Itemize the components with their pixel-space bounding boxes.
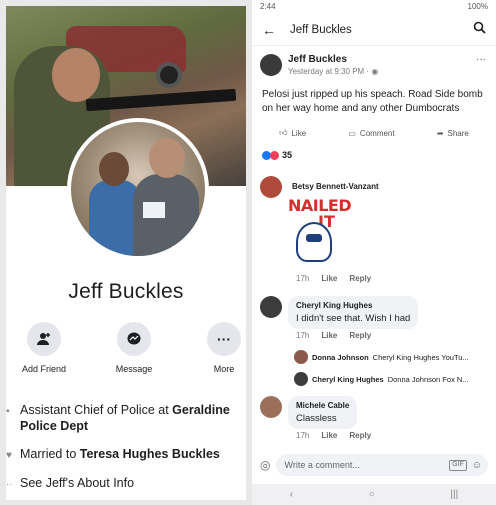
status-bar: 2:44 100%	[252, 0, 496, 14]
comment-composer: ◎ Write a comment... GIF ☺	[252, 452, 496, 478]
work-prefix: Assistant Chief of Police at	[20, 403, 173, 417]
status-time: 2:44	[260, 2, 276, 11]
globe-icon: ◉	[371, 67, 379, 76]
share-icon: ➦	[436, 128, 444, 138]
emoji-icon[interactable]: ☺	[472, 460, 482, 471]
nailed-it-sticker: NAILED IT	[288, 198, 364, 268]
comment-like-button[interactable]: Like	[321, 331, 337, 340]
race-bib	[143, 202, 165, 218]
comment-meta: 17h Like Reply	[296, 431, 371, 440]
comment-age: 17h	[296, 274, 310, 283]
reply-text: Cheryl King Hughes YouTu...	[372, 352, 469, 362]
reply-author: Donna Johnson	[312, 352, 369, 362]
commenter-avatar[interactable]	[260, 396, 282, 418]
post-timestamp[interactable]: Yesterday at 9:30 PM ·	[288, 67, 371, 76]
more-label: More	[213, 364, 235, 374]
post-text: Pelosi just ripped up his speach. Road S…	[262, 89, 483, 114]
comment-label: Comment	[359, 128, 395, 138]
comment-text: Classless	[296, 413, 337, 424]
comment-like-button[interactable]: Like	[321, 431, 337, 440]
reaction-summary[interactable]: 35	[252, 138, 496, 160]
comment-button[interactable]: ▭ Comment	[348, 128, 394, 138]
back-arrow-icon[interactable]: ←	[262, 22, 276, 38]
profile-picture[interactable]	[67, 118, 209, 260]
add-friend-label: Add Friend	[21, 364, 67, 374]
avatar-person-man-head	[149, 138, 185, 178]
comment-like-button[interactable]: Like	[321, 274, 337, 283]
cover-person-head	[52, 48, 100, 102]
post-panel: 2:44 100% ← Jeff Buckles Jeff Buckles Ye…	[252, 0, 496, 505]
profile-panel: Jeff Buckles Add Friend Message ··· More	[6, 6, 246, 500]
more-button[interactable]: ··· More	[189, 322, 246, 374]
comment-meta: 17h Like Reply	[296, 331, 371, 340]
reply-preview[interactable]: Donna Johnson Cheryl King Hughes YouTu..…	[294, 350, 469, 364]
cover-wheel	[156, 62, 182, 88]
add-friend-icon	[27, 322, 61, 356]
comment-reply-button[interactable]: Reply	[349, 331, 371, 340]
comment-age: 17h	[296, 331, 310, 340]
add-friend-button[interactable]: Add Friend	[9, 322, 79, 374]
more-dots-icon: ··	[6, 479, 13, 490]
comment-bubble: Michele Cable Classless	[288, 396, 358, 429]
comment-text: I didn't see that. Wish I had	[296, 313, 411, 324]
comment-input-placeholder: Write a comment...	[284, 460, 360, 470]
author-avatar[interactable]	[260, 54, 282, 76]
message-label: Message	[115, 364, 153, 374]
commenter-avatar[interactable]	[260, 296, 282, 318]
share-label: Share	[447, 128, 469, 138]
sticker-character	[296, 222, 332, 262]
like-button[interactable]: 👍︎ Like	[279, 128, 306, 138]
reply-text: Donna Johnson Fox N...	[387, 374, 469, 384]
commenter-avatar[interactable]	[260, 176, 282, 198]
nav-back-icon[interactable]: ‹	[290, 489, 293, 500]
reply-preview[interactable]: Cheryl King Hughes Donna Johnson Fox N..…	[294, 372, 469, 386]
post-author[interactable]: Jeff Buckles	[288, 54, 486, 65]
reply-author: Cheryl King Hughes	[312, 374, 384, 384]
commenter-name[interactable]: Betsy Bennett-Vanzant	[292, 182, 379, 191]
comment-reply-button[interactable]: Reply	[349, 274, 371, 283]
about-link-label: See Jeff's About Info	[20, 476, 135, 490]
avatar-person-woman-head	[99, 152, 129, 186]
more-icon: ···	[207, 322, 241, 356]
post-more-icon[interactable]: ···	[476, 54, 486, 65]
reaction-count: 35	[282, 150, 293, 160]
reply-avatar	[294, 372, 308, 386]
comment-age: 17h	[296, 431, 310, 440]
married-prefix: Married to	[20, 447, 80, 461]
comment-reply-button[interactable]: Reply	[349, 431, 371, 440]
camera-icon[interactable]: ◎	[260, 458, 270, 472]
post-header: Jeff Buckles Yesterday at 9:30 PM · ◉ ··…	[252, 46, 496, 80]
like-label: Like	[291, 128, 307, 138]
post-actions: 👍︎ Like ▭ Comment ➦ Share	[252, 116, 496, 138]
comment-input[interactable]: Write a comment... GIF ☺	[276, 454, 488, 476]
comment-meta: 17h Like Reply	[296, 274, 371, 283]
message-button[interactable]: Message	[99, 322, 169, 374]
page-title: Jeff Buckles	[290, 23, 352, 36]
reply-avatar	[294, 350, 308, 364]
commenter-name[interactable]: Michele Cable	[296, 401, 349, 410]
love-reaction-icon	[270, 150, 279, 160]
comment-bubble: Cheryl King Hughes I didn't see that. Wi…	[288, 296, 419, 329]
gif-icon[interactable]: GIF	[449, 459, 467, 471]
spouse-name[interactable]: Teresa Hughes Buckles	[80, 447, 220, 461]
status-battery: 100%	[467, 2, 488, 11]
heart-icon: ♥	[6, 450, 12, 461]
top-bar: ← Jeff Buckles	[252, 14, 496, 46]
share-button[interactable]: ➦ Share	[437, 128, 469, 138]
nav-recents-icon[interactable]: |||	[450, 489, 458, 500]
profile-name: Jeff Buckles	[68, 280, 184, 303]
comment-icon: ▭	[348, 128, 356, 138]
search-icon[interactable]	[473, 21, 486, 39]
commenter-name[interactable]: Cheryl King Hughes	[296, 301, 410, 310]
thumbs-up-icon: 👍︎	[279, 128, 288, 137]
profile-actions: Add Friend Message ··· More	[6, 322, 246, 382]
briefcase-icon: ▪	[6, 406, 10, 417]
android-nav-bar: ‹ ○ |||	[252, 484, 496, 505]
messenger-icon	[117, 322, 151, 356]
nav-home-icon[interactable]: ○	[369, 489, 375, 500]
